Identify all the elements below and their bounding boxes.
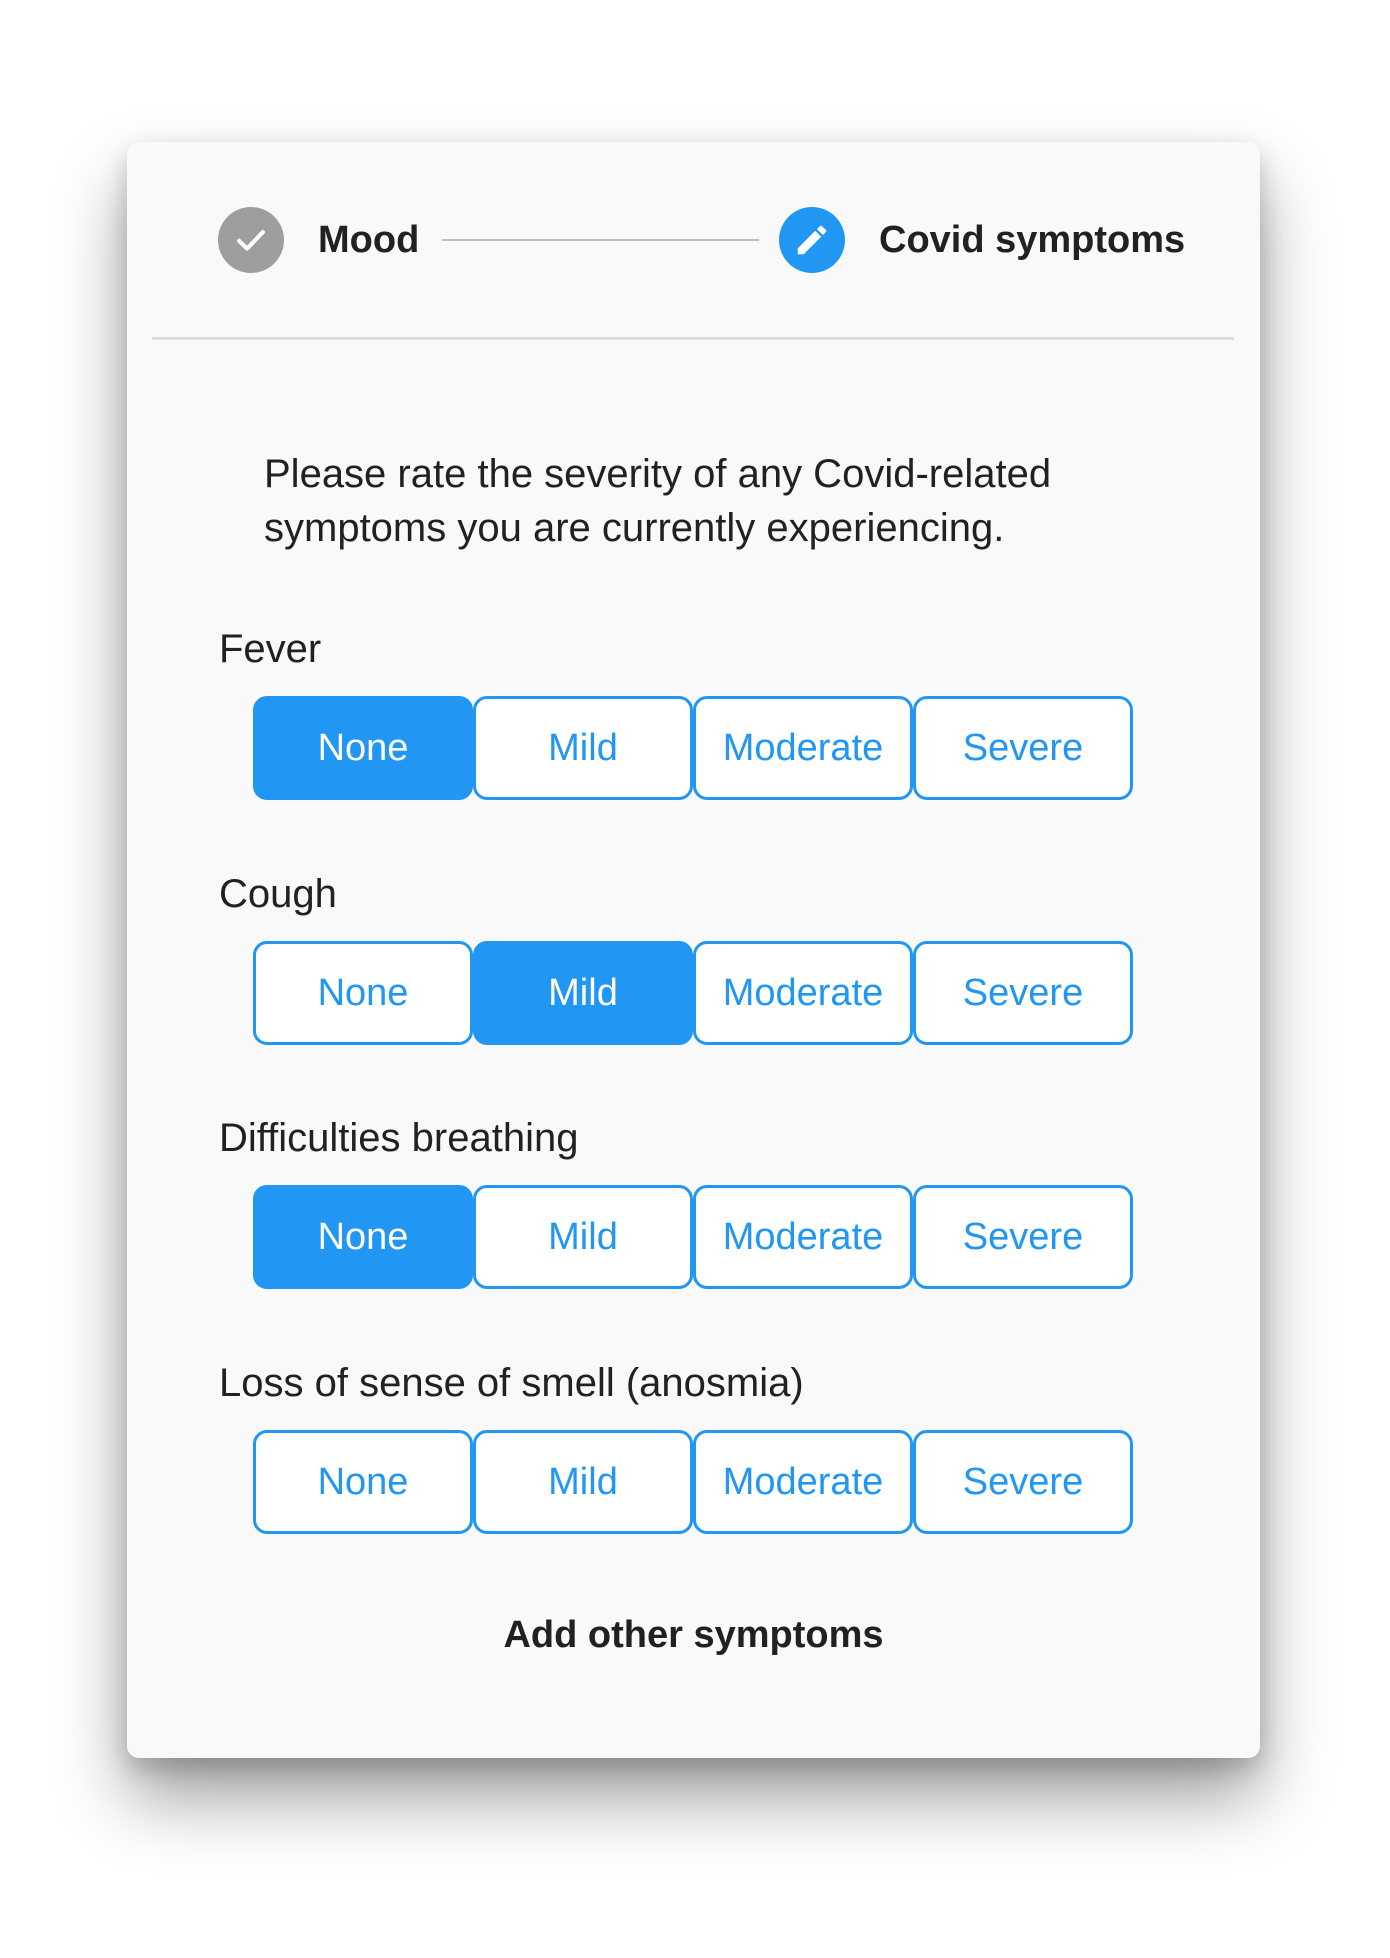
severity-group-anosmia: None Mild Moderate Severe <box>253 1430 1133 1534</box>
option-none[interactable]: None <box>253 696 473 800</box>
symptom-label-anosmia: Loss of sense of smell (anosmia) <box>219 1361 804 1405</box>
instructions-text: Please rate the severity of any Covid-re… <box>264 452 1052 550</box>
header-divider <box>152 337 1234 340</box>
option-moderate[interactable]: Moderate <box>693 696 913 800</box>
stepper: Mood Covid symptoms <box>127 142 1260 339</box>
option-severe[interactable]: Severe <box>913 941 1133 1045</box>
pencil-icon <box>797 225 827 255</box>
option-none[interactable]: None <box>253 1430 473 1534</box>
symptom-label-breathing: Difficulties breathing <box>219 1116 579 1160</box>
option-severe[interactable]: Severe <box>913 696 1133 800</box>
option-severe[interactable]: Severe <box>913 1430 1133 1534</box>
add-other-symptoms-button[interactable]: Add other symptoms <box>127 1610 1260 1660</box>
check-icon <box>237 230 265 251</box>
severity-group-fever: None Mild Moderate Severe <box>253 696 1133 800</box>
option-moderate[interactable]: Moderate <box>693 1185 913 1289</box>
step-covid-label[interactable]: Covid symptoms <box>879 215 1185 265</box>
symptom-label-cough: Cough <box>219 872 337 916</box>
step-mood-label[interactable]: Mood <box>318 215 419 265</box>
option-moderate[interactable]: Moderate <box>693 1430 913 1534</box>
option-mild[interactable]: Mild <box>473 1185 693 1289</box>
option-moderate[interactable]: Moderate <box>693 941 913 1045</box>
step-mood-indicator[interactable] <box>218 207 284 273</box>
option-mild[interactable]: Mild <box>473 941 693 1045</box>
step-connector <box>442 239 759 241</box>
symptom-label-fever: Fever <box>219 627 322 671</box>
option-none[interactable]: None <box>253 941 473 1045</box>
step-covid-indicator[interactable] <box>779 207 845 273</box>
severity-group-breathing: None Mild Moderate Severe <box>253 1185 1133 1289</box>
option-mild[interactable]: Mild <box>473 1430 693 1534</box>
option-mild[interactable]: Mild <box>473 696 693 800</box>
severity-group-cough: None Mild Moderate Severe <box>253 941 1133 1045</box>
option-none[interactable]: None <box>253 1185 473 1289</box>
option-severe[interactable]: Severe <box>913 1185 1133 1289</box>
symptoms-dialog: Mood Covid symptoms Please rate the seve… <box>127 142 1260 1758</box>
